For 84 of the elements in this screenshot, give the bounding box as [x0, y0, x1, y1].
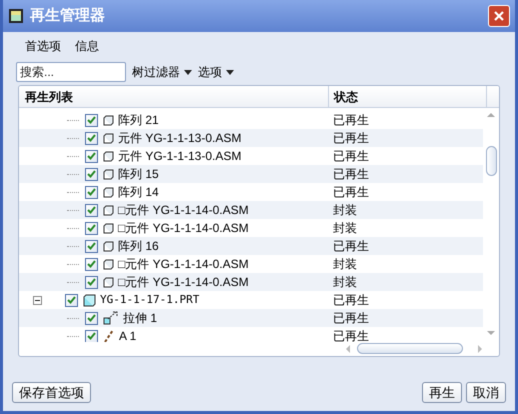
- feature-icon: [103, 222, 114, 234]
- tree-item-label[interactable]: □元件 YG-1-1-14-0.ASM: [118, 219, 249, 237]
- collapse-icon[interactable]: [33, 296, 42, 304]
- save-preferences-button[interactable]: 保存首选项: [12, 382, 91, 403]
- status-cell-text: 封装: [332, 274, 358, 291]
- status-cell-text: 封装: [332, 202, 358, 219]
- status-cell-text: 已再生: [332, 238, 370, 255]
- horizontal-scroll-thumb[interactable]: [357, 343, 463, 354]
- dialog-button[interactable]: 取消: [466, 382, 506, 403]
- close-icon: [493, 10, 505, 22]
- status-cell-text: 已再生: [332, 328, 370, 342]
- status-cell-text: 封装: [332, 220, 358, 237]
- tree-item-label[interactable]: 拉伸 1: [123, 309, 158, 327]
- checkbox[interactable]: [85, 330, 98, 342]
- dropdown-menu[interactable]: 选项: [198, 63, 234, 81]
- check-icon: [87, 152, 96, 160]
- check-icon: [87, 260, 96, 268]
- check-icon: [87, 170, 96, 178]
- window-title: 再生管理器: [30, 6, 105, 26]
- feature-icon: [103, 168, 114, 180]
- checkbox[interactable]: [85, 168, 98, 180]
- search-field[interactable]: 搜索...: [16, 62, 126, 82]
- axis-icon: [103, 329, 115, 342]
- status-cell-text: 已再生: [332, 148, 370, 165]
- checkbox[interactable]: [65, 294, 78, 306]
- checkbox[interactable]: [85, 186, 98, 198]
- check-icon: [87, 224, 96, 232]
- check-icon: [87, 278, 96, 286]
- caret-icon: [184, 70, 192, 74]
- tree-item-label[interactable]: A 1: [119, 327, 136, 342]
- close-button[interactable]: [488, 5, 510, 27]
- checkbox[interactable]: [85, 240, 98, 252]
- status-cell-text: 已再生: [332, 130, 370, 147]
- feature-icon: [103, 132, 114, 144]
- checkbox[interactable]: [85, 150, 98, 162]
- checkbox[interactable]: [85, 222, 98, 234]
- check-icon: [87, 188, 96, 196]
- check-icon: [87, 242, 96, 250]
- tree-item-label[interactable]: 阵列 21: [118, 111, 159, 129]
- tree-item-label[interactable]: 阵列 16: [118, 237, 159, 255]
- feature-icon: [103, 240, 114, 252]
- checkbox[interactable]: [85, 114, 98, 126]
- tree-item-label[interactable]: □元件 YG-1-1-14-0.ASM: [118, 201, 249, 219]
- dropdown-menu[interactable]: 树过滤器: [132, 63, 192, 81]
- status-cell-text: 已再生: [332, 184, 370, 201]
- feature-icon: [103, 186, 114, 198]
- column-header[interactable]: 状态: [329, 86, 487, 107]
- checkbox[interactable]: [85, 132, 98, 144]
- feature-icon: [103, 114, 114, 126]
- tree-item-label[interactable]: 元件 YG-1-1-13-0.ASM: [118, 147, 242, 165]
- menu-item[interactable]: 信息: [75, 37, 99, 55]
- tree-item-label[interactable]: □元件 YG-1-1-14-0.ASM: [118, 255, 249, 273]
- window-icon: [8, 8, 24, 24]
- vertical-scroll-thumb[interactable]: [486, 146, 496, 176]
- feature-icon: [103, 204, 114, 216]
- checkbox[interactable]: [85, 258, 98, 270]
- check-icon: [87, 314, 96, 322]
- checkbox[interactable]: [85, 276, 98, 288]
- extrude-icon: [103, 310, 119, 326]
- tree-item-label[interactable]: YG-1-1-17-1.PRT: [100, 292, 200, 308]
- check-icon: [87, 134, 96, 142]
- tree-item-label[interactable]: 阵列 15: [118, 165, 159, 183]
- check-icon: [87, 116, 96, 124]
- status-cell-text: 已再生: [332, 292, 370, 309]
- checkbox[interactable]: [85, 204, 98, 216]
- status-cell-text: 已再生: [332, 166, 370, 183]
- feature-icon: [103, 276, 114, 288]
- status-cell-text: 已再生: [332, 310, 370, 327]
- check-icon: [87, 332, 96, 340]
- caret-icon: [226, 70, 234, 74]
- check-icon: [87, 206, 96, 214]
- checkbox[interactable]: [85, 312, 98, 324]
- feature-icon: [103, 258, 114, 270]
- check-icon: [67, 296, 76, 304]
- feature-icon: [103, 150, 114, 162]
- status-cell-text: 封装: [332, 256, 358, 273]
- dialog-button[interactable]: 再生: [422, 382, 462, 403]
- part-icon: [83, 294, 96, 306]
- column-header[interactable]: 再生列表: [19, 86, 329, 107]
- tree-item-label[interactable]: 元件 YG-1-1-13-0.ASM: [118, 129, 242, 147]
- tree-item-label[interactable]: 阵列 14: [118, 183, 159, 201]
- menu-item[interactable]: 首选项: [25, 37, 61, 55]
- status-cell-text: 已再生: [332, 112, 370, 129]
- tree-item-label[interactable]: □元件 YG-1-1-14-0.ASM: [118, 273, 249, 291]
